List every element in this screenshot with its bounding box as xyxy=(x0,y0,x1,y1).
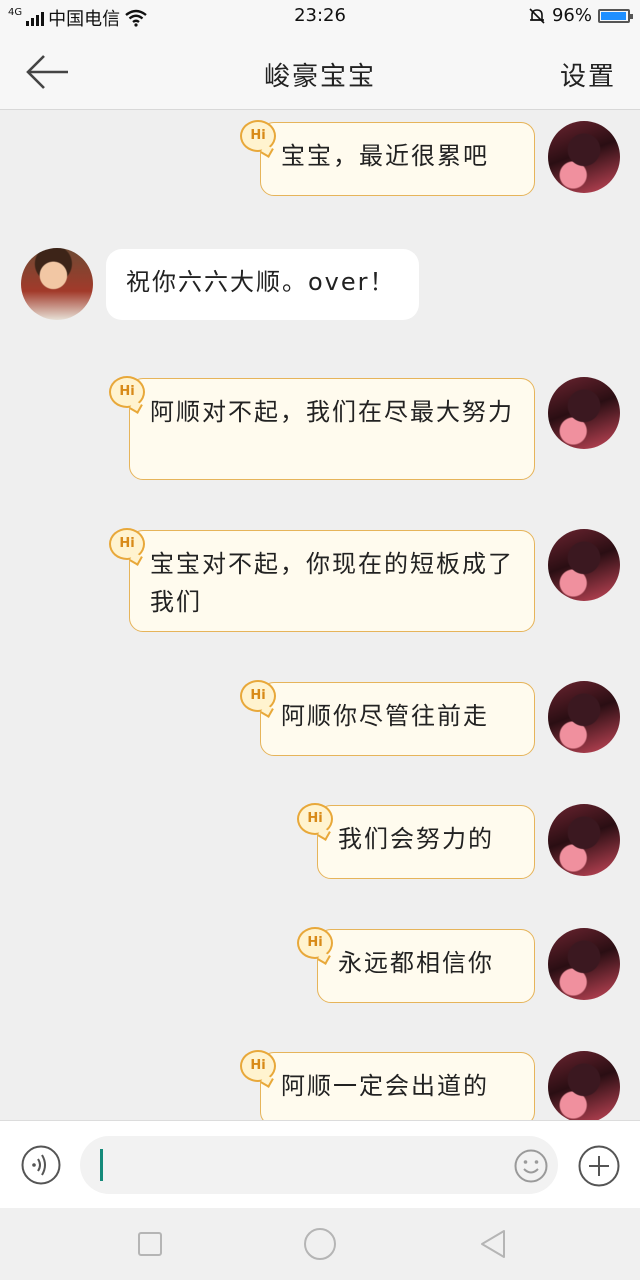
message-input[interactable] xyxy=(80,1136,558,1194)
message-bubble[interactable]: 永远都相信你 xyxy=(317,929,535,1003)
my-avatar[interactable] xyxy=(548,529,620,601)
text-caret xyxy=(100,1149,103,1181)
my-avatar[interactable] xyxy=(548,1051,620,1120)
chat-messages[interactable]: 宝宝，最近很累吧 Hi 祝你六六大顺。over！ 阿顺对不起，我们在尽最大努力 … xyxy=(0,110,640,1120)
message-text: 我们会努力的 xyxy=(338,825,494,853)
hi-badge-icon: Hi xyxy=(240,1050,276,1082)
contact-avatar[interactable] xyxy=(21,248,93,320)
circle-icon[interactable] xyxy=(304,1228,336,1260)
emoji-icon[interactable] xyxy=(514,1149,548,1183)
status-right: 96% xyxy=(528,5,633,26)
system-nav-bar xyxy=(0,1208,640,1280)
message-bubble[interactable]: 阿顺一定会出道的 xyxy=(260,1052,535,1120)
message-text: 宝宝对不起，你现在的短板成了我们 xyxy=(150,550,514,616)
status-bar: 4G 中国电信 23:26 96% xyxy=(0,0,640,34)
my-avatar[interactable] xyxy=(548,804,620,876)
message-text: 阿顺一定会出道的 xyxy=(281,1072,489,1100)
message-bubble[interactable]: 阿顺你尽管往前走 xyxy=(260,682,535,756)
message-text: 祝你六六大顺。over！ xyxy=(126,268,396,296)
hi-badge-icon: Hi xyxy=(240,680,276,712)
message-text: 阿顺你尽管往前走 xyxy=(281,702,489,730)
message-bubble[interactable]: 宝宝，最近很累吧 xyxy=(260,122,535,196)
triangle-back-icon[interactable] xyxy=(478,1228,508,1260)
message-text: 阿顺对不起，我们在尽最大努力 xyxy=(150,398,514,426)
hi-badge-icon: Hi xyxy=(297,927,333,959)
settings-button[interactable]: 设置 xyxy=(560,56,616,93)
battery-percent: 96% xyxy=(551,5,592,26)
hi-badge-icon: Hi xyxy=(109,376,145,408)
hi-badge-icon: Hi xyxy=(109,528,145,560)
plus-icon[interactable] xyxy=(578,1145,620,1187)
message-composer xyxy=(0,1120,640,1209)
mute-bell-icon xyxy=(529,7,545,24)
chat-header: 峻豪宝宝 设置 xyxy=(0,34,640,110)
message-text: 永远都相信你 xyxy=(338,949,494,977)
voice-icon[interactable] xyxy=(21,1145,61,1185)
my-avatar[interactable] xyxy=(548,681,620,753)
page-title: 峻豪宝宝 xyxy=(263,62,376,92)
my-avatar[interactable] xyxy=(548,377,620,449)
message-bubble[interactable]: 宝宝对不起，你现在的短板成了我们 xyxy=(129,530,535,632)
message-bubble[interactable]: 我们会努力的 xyxy=(317,805,535,879)
message-text: 宝宝，最近很累吧 xyxy=(281,142,489,170)
hi-badge-icon: Hi xyxy=(297,803,333,835)
message-bubble[interactable]: 祝你六六大顺。over！ xyxy=(106,249,419,320)
battery-fill xyxy=(601,11,626,20)
battery-icon xyxy=(598,8,633,23)
my-avatar[interactable] xyxy=(548,928,620,1000)
square-icon[interactable] xyxy=(138,1232,162,1256)
my-avatar[interactable] xyxy=(548,121,620,193)
message-bubble[interactable]: 阿顺对不起，我们在尽最大努力 xyxy=(129,378,535,480)
hi-badge-icon: Hi xyxy=(240,120,276,152)
